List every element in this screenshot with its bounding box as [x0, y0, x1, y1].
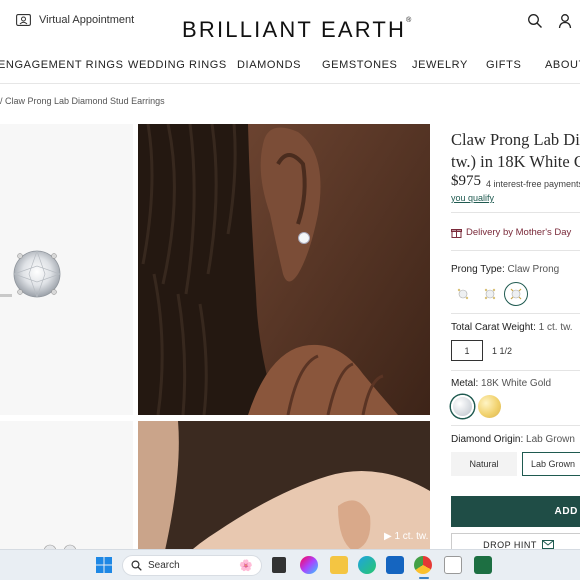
carat-weight-label: Total Carat Weight:: [451, 322, 536, 333]
nav-wedding-rings[interactable]: WEDDING RINGS: [128, 59, 227, 71]
origin-option-lab-grown[interactable]: Lab Grown: [522, 452, 580, 476]
divider: [451, 250, 580, 251]
account-icon[interactable]: [557, 13, 573, 29]
metal-value: 18K White Gold: [481, 378, 552, 389]
divider: [451, 313, 580, 314]
app-icon[interactable]: [444, 556, 462, 574]
active-app-indicator: [419, 577, 429, 579]
metal-label: Metal:: [451, 378, 479, 389]
nav-jewelry[interactable]: JEWELRY: [412, 59, 468, 71]
diamond-origin-label: Diamond Origin:: [451, 434, 524, 445]
copilot-icon[interactable]: [300, 556, 318, 574]
product-title-line1: Claw Prong Lab Diar: [451, 130, 580, 149]
search-icon: [131, 560, 142, 571]
brand-logo[interactable]: BRILLIANT EARTH®: [182, 17, 411, 43]
main-nav: ENGAGEMENT RINGS WEDDING RINGS DIAMONDS …: [0, 53, 580, 79]
carat-weight-value: 1 ct. tw.: [538, 322, 573, 333]
prong-type-label: Prong Type:: [451, 264, 505, 275]
excel-icon[interactable]: [474, 556, 492, 574]
nav-gifts[interactable]: GIFTS: [486, 59, 521, 71]
virtual-appointment-link[interactable]: Virtual Appointment: [16, 14, 134, 26]
breadcrumb[interactable]: / Claw Prong Lab Diamond Stud Earrings: [0, 96, 165, 106]
product-title: Claw Prong Lab Diar tw.) in 18K White Go: [451, 129, 580, 173]
carat-option-1-5[interactable]: 1 1/2: [487, 340, 517, 361]
delivery-notice: Delivery by Mother's Day: [451, 227, 571, 238]
prong-type-row: Prong Type: Claw Prong: [451, 264, 559, 275]
video-tag-label: 1 ct. tw.: [394, 531, 429, 542]
nav-gemstones[interactable]: GEMSTONES: [322, 59, 398, 71]
virtual-appointment-label: Virtual Appointment: [39, 14, 135, 26]
site-header: Virtual Appointment BRILLIANT EARTH®: [0, 0, 580, 50]
prong-option-2[interactable]: [478, 282, 502, 306]
add-to-bag-button[interactable]: ADD: [451, 496, 580, 527]
video-call-icon: [16, 14, 31, 26]
nav-engagement-rings[interactable]: ENGAGEMENT RINGS: [0, 59, 124, 71]
windows-start-icon[interactable]: [95, 556, 113, 574]
diamond-stud-image: [0, 249, 62, 299]
chrome-browser-icon[interactable]: [414, 556, 432, 574]
product-thumbnail[interactable]: [0, 124, 133, 415]
registered-mark: ®: [406, 17, 412, 24]
nav-divider: [0, 83, 580, 84]
gift-icon: [451, 229, 462, 238]
taskbar-search[interactable]: Search 🌸: [122, 555, 262, 576]
divider: [451, 425, 580, 426]
metal-swatch-white-gold[interactable]: [451, 395, 474, 418]
product-title-line2: tw.) in 18K White Go: [451, 152, 580, 171]
nav-about[interactable]: ABOUT: [545, 59, 580, 71]
model-ear-image: [138, 124, 430, 415]
drop-hint-label: DROP HINT: [483, 539, 537, 550]
prong-option-1[interactable]: [451, 282, 475, 306]
envelope-icon: [541, 540, 554, 549]
taskbar-search-placeholder: Search: [148, 560, 180, 571]
nav-diamonds[interactable]: DIAMONDS: [237, 59, 301, 71]
prong-option-claw[interactable]: [504, 282, 528, 306]
store-icon[interactable]: [386, 556, 404, 574]
diamond-origin-row: Diamond Origin: Lab Grown: [451, 434, 575, 445]
search-icon[interactable]: [527, 13, 543, 29]
installments-text: 4 interest-free payments: [486, 179, 580, 189]
diamond-origin-value: Lab Grown: [526, 434, 575, 445]
origin-option-natural[interactable]: Natural: [451, 452, 517, 476]
brand-logo-text: BRILLIANT EARTH: [182, 17, 407, 42]
os-taskbar: Search 🌸: [0, 549, 580, 580]
task-view-icon[interactable]: [272, 557, 286, 573]
file-explorer-icon[interactable]: [330, 556, 348, 574]
carat-option-1[interactable]: 1: [451, 340, 483, 361]
carat-weight-row: Total Carat Weight: 1 ct. tw.: [451, 322, 573, 333]
delivery-text: Delivery by Mother's Day: [466, 227, 572, 238]
prong-style-icon: [457, 288, 469, 300]
divider: [451, 370, 580, 371]
qualify-link[interactable]: you qualify: [451, 193, 494, 203]
edge-browser-icon[interactable]: [358, 556, 376, 574]
search-highlight-icon: 🌸: [239, 560, 253, 572]
product-price: $975: [451, 173, 481, 189]
video-tag: ▶ 1 ct. tw.: [384, 531, 429, 542]
prong-type-value: Claw Prong: [507, 264, 560, 275]
prong-style-icon: [484, 288, 496, 300]
metal-swatch-yellow-gold[interactable]: [478, 395, 501, 418]
divider: [451, 212, 580, 213]
claw-prong-icon: [510, 288, 522, 300]
metal-row: Metal: 18K White Gold: [451, 378, 551, 389]
product-photo-ear[interactable]: [138, 124, 430, 415]
